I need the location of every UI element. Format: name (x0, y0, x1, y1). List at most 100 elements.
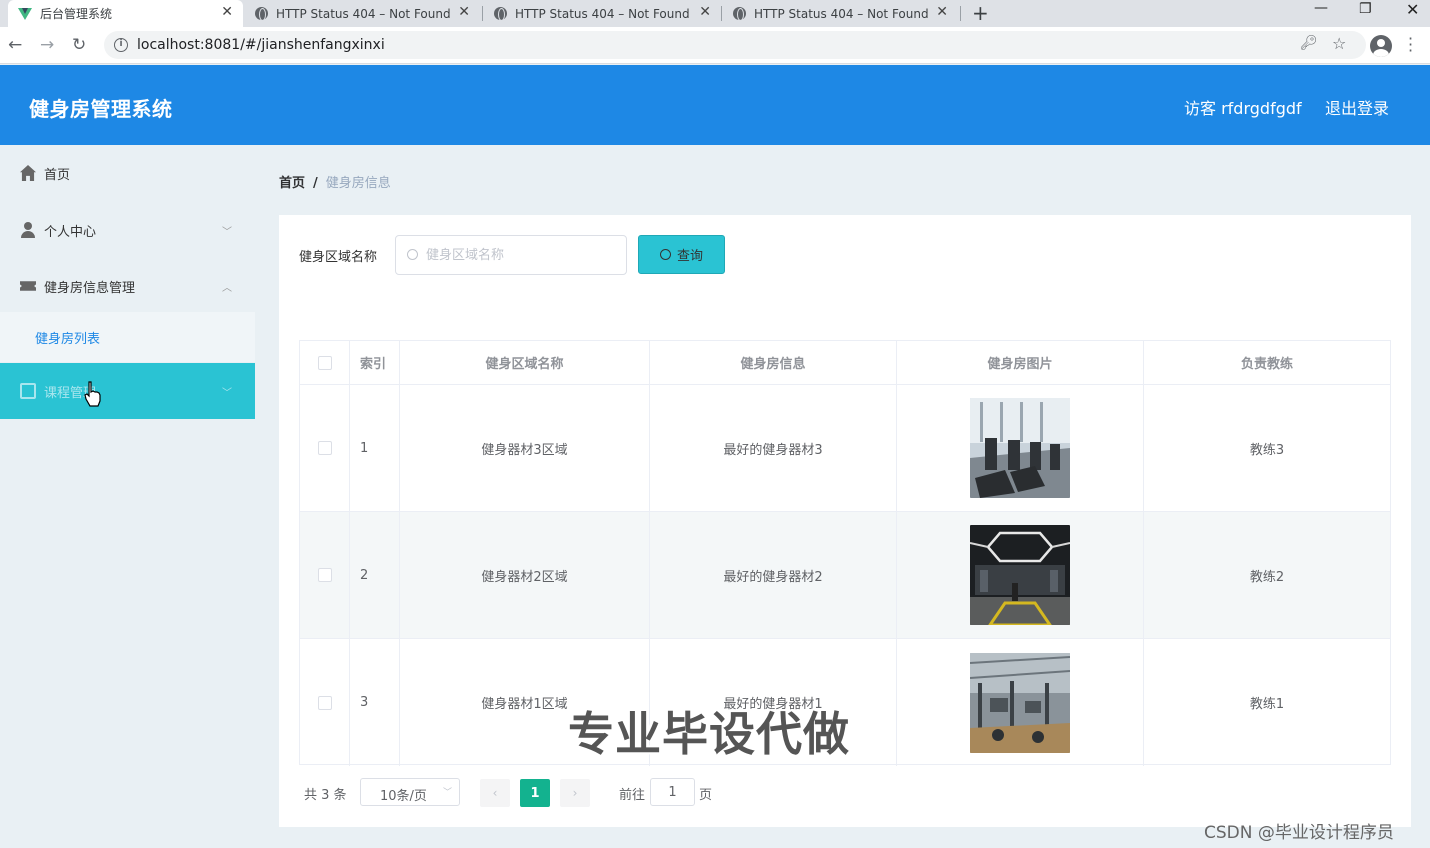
breadcrumb-separator: / (313, 176, 318, 191)
corner-watermark: CSDN @毕业设计程序员 (1204, 823, 1394, 843)
sidebar-item-gym-list[interactable]: 健身房列表 (0, 312, 255, 362)
browser-tab-404-1[interactable]: HTTP Status 404 – Not Found ✕ (245, 0, 480, 27)
sidebar: 首页 个人中心 ﹀ 健身房信息管理 ︿ 健身房列表 课程管理 ﹀ (0, 145, 255, 848)
prev-page-button[interactable]: ‹ (480, 779, 510, 807)
search-icon (659, 249, 671, 260)
chevron-down-icon: ﹀ (222, 226, 232, 238)
next-page-button[interactable]: › (560, 779, 590, 807)
browser-tab-admin[interactable]: 后台管理系统 ✕ (8, 0, 243, 27)
reload-icon[interactable]: ↻ (72, 35, 86, 55)
tab-title: HTTP Status 404 – Not Found (754, 6, 929, 21)
page-number-button[interactable]: 1 (520, 779, 550, 807)
bookmark-star-icon[interactable]: ☆ (1332, 34, 1346, 53)
close-icon[interactable]: ✕ (699, 4, 711, 20)
tab-title: 后台管理系统 (40, 7, 113, 21)
globe-icon (255, 7, 268, 21)
globe-icon (494, 7, 507, 21)
sidebar-item-label: 首页 (44, 167, 71, 183)
gym-hall-photo[interactable] (970, 525, 1070, 625)
tab-title: HTTP Status 404 – Not Found (276, 6, 451, 21)
forward-arrow-icon[interactable]: → (40, 35, 54, 55)
column-header-area-name: 健身区域名称 (400, 341, 650, 384)
table-row[interactable]: 2 健身器材2区域 最好的健身器材2 教练2 (300, 512, 1390, 639)
row-select-cell (300, 639, 350, 766)
breadcrumb-current: 健身房信息 (325, 176, 391, 191)
close-icon[interactable]: ✕ (936, 4, 948, 20)
tab-divider (482, 6, 483, 21)
info-icon[interactable]: i (114, 38, 128, 52)
account-avatar-icon[interactable] (1370, 35, 1392, 57)
new-tab-icon[interactable]: + (972, 1, 989, 25)
pagination-total: 共 3 条 (304, 788, 347, 803)
table-header: 索引 健身区域名称 健身房信息 健身房图片 负责教练 (300, 341, 1390, 385)
row-checkbox[interactable] (317, 568, 332, 582)
minimize-icon[interactable]: — (1314, 0, 1328, 16)
key-icon[interactable]: 🔑︎ (1300, 35, 1318, 51)
index-cell: 3 (350, 639, 400, 766)
browser-tab-404-2[interactable]: HTTP Status 404 – Not Found ✕ (484, 0, 721, 27)
column-header-index: 索引 (350, 341, 400, 384)
row-select-cell (300, 385, 350, 511)
sidebar-item-home[interactable]: 首页 (0, 145, 255, 201)
sidebar-item-label: 健身房信息管理 (44, 280, 136, 296)
search-field[interactable] (395, 235, 627, 275)
address-bar[interactable]: i localhost:8081/#/jianshenfangxinxi 🔑︎ … (104, 31, 1366, 59)
query-button[interactable]: 查询 (638, 235, 725, 274)
gym-info-cell: 最好的健身器材3 (650, 385, 897, 511)
browser-menu-icon[interactable]: · · · (1408, 31, 1413, 59)
sidebar-item-label: 个人中心 (44, 224, 97, 240)
page-suffix-label: 页 (699, 788, 713, 803)
goto-page-field[interactable] (650, 778, 695, 806)
index-cell: 1 (350, 385, 400, 511)
gym-image-cell (897, 639, 1144, 766)
weight-room-photo[interactable] (970, 652, 1070, 753)
select-all-checkbox[interactable] (317, 355, 332, 370)
gym-image-cell (897, 512, 1144, 638)
column-header-gym-info: 健身房信息 (650, 341, 897, 384)
row-checkbox[interactable] (317, 441, 332, 455)
browser-tab-strip: 后台管理系统 ✕ HTTP Status 404 – Not Found ✕ H… (0, 0, 1430, 27)
hand-cursor-icon (84, 381, 101, 407)
course-icon (20, 383, 36, 399)
tab-divider (721, 6, 722, 21)
breadcrumb: 首页 / 健身房信息 (279, 172, 391, 191)
breadcrumb-home[interactable]: 首页 (279, 176, 305, 191)
chevron-down-icon: ﹀ (222, 387, 232, 399)
sidebar-item-gym-info-management[interactable]: 健身房信息管理 ︿ (0, 258, 255, 314)
sidebar-item-label: 健身房列表 (35, 331, 101, 347)
page-size-value: 10条/页 (380, 789, 427, 804)
page-size-select[interactable]: 10条/页 ﹀ (360, 778, 460, 806)
coach-cell: 教练2 (1249, 569, 1285, 585)
area-name-cell: 健身器材2区域 (400, 512, 650, 638)
query-button-label: 查询 (676, 249, 703, 264)
back-arrow-icon[interactable]: ← (8, 35, 22, 55)
search-input[interactable] (426, 246, 621, 264)
browser-toolbar: ← → ↻ i localhost:8081/#/jianshenfangxin… (0, 27, 1430, 64)
row-select-cell (300, 512, 350, 638)
logout-button[interactable]: 退出登录 (1325, 95, 1389, 119)
window-close-icon[interactable]: ✕ (1406, 0, 1419, 19)
close-icon[interactable]: ✕ (221, 4, 233, 20)
chevron-down-icon: ﹀ (443, 788, 453, 798)
ticket-icon (20, 281, 36, 291)
gym-image-cell (897, 385, 1144, 511)
chevron-up-icon: ︿ (222, 282, 232, 294)
vue-logo-icon (18, 7, 32, 20)
sidebar-item-personal-center[interactable]: 个人中心 ﹀ (0, 202, 255, 258)
app-title: 健身房管理系统 (29, 97, 173, 121)
table-row[interactable]: 1 健身器材3区域 最好的健身器材3 教练3 (300, 385, 1390, 512)
column-header-coach: 负责教练 (1240, 357, 1293, 372)
goto-page-input[interactable] (651, 779, 694, 805)
treadmill-photo[interactable] (970, 398, 1070, 498)
row-checkbox[interactable] (317, 695, 332, 710)
app-header: 健身房管理系统 访客 rfdrgdfgdf 退出登录 (0, 65, 1430, 145)
column-header-gym-image: 健身房图片 (897, 341, 1144, 384)
close-icon[interactable]: ✕ (458, 4, 470, 20)
browser-tab-404-3[interactable]: HTTP Status 404 – Not Found ✕ (723, 0, 958, 27)
sidebar-item-course-management[interactable]: 课程管理 ﹀ (0, 363, 255, 419)
url-text[interactable]: localhost:8081/#/jianshenfangxinxi (137, 37, 385, 53)
restore-icon[interactable]: ❐ (1359, 1, 1372, 17)
user-icon (20, 222, 36, 238)
goto-label: 前往 (619, 788, 646, 803)
index-cell: 2 (350, 512, 400, 638)
